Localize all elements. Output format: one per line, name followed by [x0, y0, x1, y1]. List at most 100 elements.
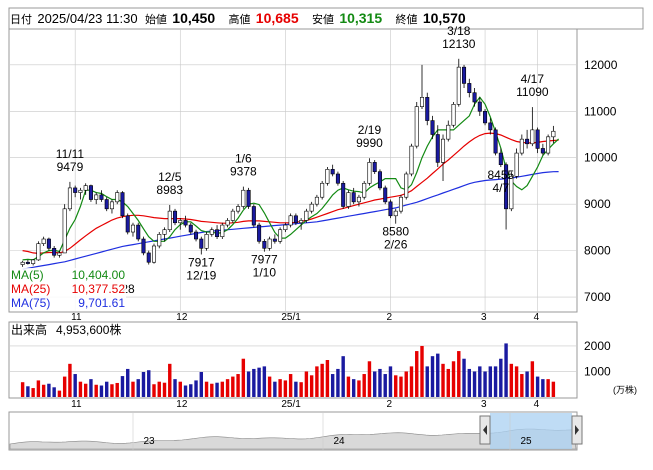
y-tick-label: 11000	[584, 104, 617, 118]
candle-body-down	[293, 215, 298, 224]
candle	[267, 236, 272, 251]
candle-body-down	[388, 201, 393, 217]
candle-body-down	[430, 120, 435, 135]
candle-body-up	[109, 201, 114, 210]
candle-body-up	[304, 210, 309, 221]
candle-body-up	[36, 243, 41, 261]
candle-body-down	[194, 231, 199, 240]
candle	[204, 232, 209, 251]
candle	[151, 243, 157, 264]
volume-bar	[315, 366, 319, 397]
vol-x-tick-label: 12	[176, 399, 188, 410]
volume-bar	[383, 374, 387, 397]
candle-body-down	[146, 252, 151, 263]
ma-legend-label: MA(25)	[11, 282, 50, 296]
volume-bar	[236, 374, 240, 397]
volume-bar	[147, 370, 151, 397]
vol-x-tick-label: 11	[71, 399, 82, 410]
candle-body-down	[120, 192, 125, 217]
volume-bar	[231, 376, 235, 397]
volume-bar	[367, 361, 372, 397]
volume-bar	[104, 381, 109, 397]
volume-bar	[26, 386, 30, 397]
volume-bar	[551, 381, 556, 397]
volume-bar	[225, 379, 230, 397]
candle-body-up	[519, 138, 524, 154]
volume-bar	[430, 356, 435, 397]
candle-body-up	[278, 229, 283, 242]
candle-body-up	[546, 136, 551, 154]
annotation-date: 12/19	[186, 268, 216, 282]
candle-body-down	[251, 206, 256, 226]
candle-body-up	[414, 106, 419, 147]
candle	[146, 250, 151, 265]
annotation-value: 9990	[356, 136, 383, 150]
volume-bar	[194, 380, 198, 397]
candle	[173, 208, 178, 226]
candle	[388, 199, 393, 219]
candle-body-down	[377, 171, 382, 189]
candle-body-up	[346, 192, 351, 207]
volume-bar	[252, 368, 256, 397]
candle-body-up	[288, 215, 293, 226]
candle-body-down	[136, 224, 141, 240]
candle	[246, 187, 251, 209]
candle-body-up	[451, 104, 456, 126]
candle-body-down	[188, 224, 193, 233]
candle-body-up	[314, 196, 319, 205]
volume-bar	[378, 368, 382, 397]
candle-body-down	[335, 173, 340, 184]
candle-body-up	[57, 252, 62, 256]
candle-body-up	[220, 224, 225, 237]
candle	[514, 148, 519, 179]
overview-year-label: 23	[143, 436, 155, 447]
volume-bar	[451, 361, 456, 397]
candle	[220, 222, 225, 240]
candle-body-down	[46, 238, 51, 249]
candle	[367, 158, 372, 186]
vol-x-tick-label: 3	[481, 399, 487, 410]
candle-body-down	[540, 148, 545, 154]
candle	[372, 160, 377, 174]
annotation-value: 12130	[442, 37, 476, 51]
volume-bar	[120, 376, 125, 397]
volume-bar	[89, 379, 93, 397]
candle-body-up	[356, 196, 361, 203]
volume-bar	[52, 387, 56, 397]
annotation-date: 3/18	[447, 24, 471, 38]
annotation-date: 2/26	[384, 238, 408, 252]
volume-bar	[173, 379, 177, 397]
vol-y-tick-label: 1000	[584, 364, 611, 378]
candle	[377, 169, 382, 191]
candle-body-up	[20, 261, 25, 265]
volume-bar	[436, 353, 440, 397]
candle	[414, 101, 419, 149]
overview-navigator[interactable]: 23 24 25	[8, 411, 583, 451]
candle	[451, 101, 456, 128]
candle-body-up	[320, 182, 325, 198]
candle-body-up	[31, 259, 36, 264]
annotation-date: 2/19	[358, 123, 382, 137]
volume-bar	[535, 376, 540, 397]
volume-bar	[94, 384, 98, 397]
candle	[241, 186, 246, 209]
candle-body-down	[435, 134, 440, 163]
candle-body-up	[409, 145, 414, 175]
x-tick-label: 12	[176, 312, 188, 323]
volume-bar	[504, 343, 508, 397]
candle	[288, 213, 293, 228]
ma-legend-label: MA(75)	[11, 296, 50, 310]
candle-body-up	[309, 203, 314, 212]
overview-left-handle[interactable]	[479, 415, 491, 445]
annotation-value: 9378	[230, 165, 257, 179]
volume-bar	[341, 356, 345, 397]
ma-legend-label: MA(5)	[11, 268, 44, 282]
overview-right-handle[interactable]	[571, 415, 583, 445]
candle-body-up	[236, 206, 241, 212]
y-tick-label: 10000	[584, 151, 618, 165]
volume-bar	[68, 363, 72, 397]
volume-bar	[399, 376, 403, 397]
candle	[404, 171, 409, 200]
candle-body-down	[535, 129, 540, 149]
candle-body-up	[162, 229, 167, 235]
